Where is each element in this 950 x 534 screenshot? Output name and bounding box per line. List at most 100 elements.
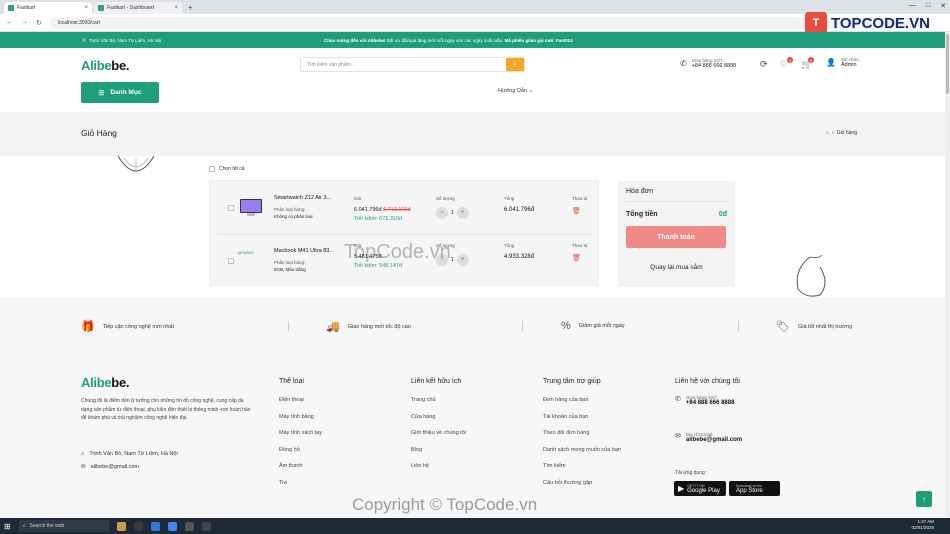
product-name[interactable]: Macbook M41 Ultra 83... <box>274 248 344 254</box>
google-play-badge[interactable]: ▶ GET IT ON Google Play <box>674 481 726 496</box>
price-tag-icon: 🏷 <box>776 321 790 333</box>
checkout-button[interactable]: Thanh toán <box>626 226 726 248</box>
truck-icon: 🚚 <box>326 321 340 333</box>
item-checkbox[interactable] <box>228 258 234 264</box>
footer-email-value[interactable]: alibebe@gmail.com <box>686 437 742 443</box>
item-checkbox[interactable] <box>228 205 234 211</box>
search-input[interactable]: Tìm kiếm sản phẩm... ⌕ <box>300 57 525 72</box>
url-text: localhost:3000/cart <box>57 19 100 26</box>
guide-label: Hướng Dẫn <box>498 88 527 94</box>
qty-value[interactable]: 1 <box>451 257 454 263</box>
footer-link[interactable]: Tài khoản của bạn <box>543 414 588 420</box>
close-window-button[interactable]: ✕ <box>940 2 946 10</box>
product-image-broken[interactable]: ▫product <box>237 250 265 272</box>
scrollbar-thumb[interactable] <box>946 34 949 94</box>
delete-icon[interactable]: 🗑 <box>572 254 581 262</box>
reload-icon[interactable]: ↻ <box>36 19 42 27</box>
select-all[interactable]: Chọn tất cả <box>209 166 245 172</box>
qty-value[interactable]: 1 <box>451 210 454 216</box>
search-icon: ⌕ <box>513 60 517 68</box>
back-icon[interactable]: ← <box>6 19 13 26</box>
checkout-label: Thanh toán <box>657 233 695 241</box>
footer-link[interactable]: Đơn hàng của bạn <box>543 397 589 403</box>
old-price: 6.713.106đ <box>383 207 411 213</box>
category-menu-button[interactable]: ☰ Danh Mục <box>81 82 159 103</box>
minimize-button[interactable]: — <box>909 2 916 10</box>
select-all-checkbox[interactable] <box>209 166 215 172</box>
product-image-alt: product <box>238 250 254 255</box>
footer-link[interactable]: Đồng hồ <box>279 447 300 453</box>
footer-link[interactable]: Câu hỏi thường gặp <box>543 480 592 486</box>
phone-icon: ✆ <box>675 396 681 403</box>
new-tab-icon[interactable]: + <box>184 3 197 14</box>
download-label: Tải ứng dụng : <box>675 470 708 476</box>
maximize-button[interactable]: □ <box>926 2 930 10</box>
increase-qty-button[interactable]: + <box>456 254 469 266</box>
close-tab-icon[interactable]: × <box>174 5 178 11</box>
cart-row: Smartwatch Z12 Air 3... Phân loại hàng: … <box>210 181 600 235</box>
footer-about: Chúng tôi là điểm đến lý tưởng cho những… <box>81 398 251 421</box>
footer-link[interactable]: Máy tính xách tay <box>279 430 322 436</box>
taskbar-clock[interactable]: 1:47 AM 02/01/2025 <box>911 519 934 531</box>
app-icon[interactable] <box>201 521 211 531</box>
product-variant: Phân loại hàng: Không có phân loại <box>274 207 313 220</box>
back-to-top-button[interactable]: ↑ <box>916 491 932 507</box>
user-menu[interactable]: 👤 Xin chào, Admin <box>826 57 860 68</box>
app-store-badge[interactable]: Download on the App Store <box>729 481 780 496</box>
increase-qty-button[interactable]: + <box>456 207 469 219</box>
windows-start-icon[interactable]: ⊞ <box>4 522 11 531</box>
footer-link[interactable]: Tìm kiếm <box>543 463 566 469</box>
home-icon[interactable]: ⌂ <box>826 130 829 136</box>
feature-divider <box>288 321 289 331</box>
footer-link[interactable]: Máy tính bảng <box>279 414 314 420</box>
continue-shopping-link[interactable]: Quay lại mua sắm <box>618 264 735 271</box>
footer-logo[interactable]: Alibebe. <box>81 375 129 390</box>
logo-main: Alibe <box>81 58 112 73</box>
footer-link[interactable]: Theo dõi đơn hàng <box>543 430 589 436</box>
product-image[interactable] <box>237 197 265 219</box>
feature-item: 🎁 Tiếp cận công nghệ mới nhất <box>81 320 174 333</box>
product-name[interactable]: Smartwatch Z12 Air 3... <box>274 195 344 201</box>
footer-link[interactable]: Cửa hàng <box>411 414 435 420</box>
total-label: Tổng <box>504 243 515 248</box>
footer-link[interactable]: Tivi <box>279 480 287 486</box>
forward-icon[interactable]: → <box>21 19 28 26</box>
search-button[interactable]: ⌕ <box>506 58 524 71</box>
site-logo[interactable]: Alibebe. <box>81 58 129 73</box>
row-total: 6.041.796đ <box>504 207 535 213</box>
location-icon: ◎ <box>82 37 86 42</box>
product-variant: Phân loại hàng: 8GB, Màu trắng <box>274 260 306 273</box>
footer-link[interactable]: Liên hệ <box>411 463 429 469</box>
browser-tab-active[interactable]: Fastkart × <box>4 2 92 14</box>
refresh-icon[interactable]: ⟳ <box>760 59 768 70</box>
browser-tab[interactable]: Fastkart - Dashboard × <box>94 2 182 14</box>
chrome-icon[interactable] <box>167 521 177 531</box>
feature-divider <box>738 321 739 331</box>
url-field[interactable]: localhost:3000/cart <box>49 16 930 29</box>
copyright-watermark: Copyright © TopCode.vn <box>352 495 538 514</box>
footer-link[interactable]: Âm thanh <box>279 463 303 469</box>
footer-link[interactable]: Danh sách mong muốn của bạn <box>543 447 621 453</box>
footer-email-text[interactable]: alibebe@gmail.com <box>91 464 139 470</box>
vscode-icon[interactable] <box>150 521 160 531</box>
app-store-text: App Store <box>736 487 763 494</box>
total-label: Tổng <box>504 196 515 201</box>
footer-link[interactable]: Blog <box>411 447 422 453</box>
close-tab-icon[interactable]: × <box>84 5 88 11</box>
footer-link[interactable]: Giới thiệu về chúng tôi <box>411 430 466 436</box>
variant-value: Không có phân loại <box>274 213 313 219</box>
header-hotline: ✆ Giao hàng 24/7 +84 888 666 8888 <box>680 58 736 69</box>
app-icon[interactable] <box>184 521 194 531</box>
decrease-qty-button[interactable]: − <box>436 207 448 219</box>
invoice-total-label: Tổng tiền <box>626 211 658 218</box>
terminal-icon[interactable] <box>133 521 143 531</box>
invoice-divider <box>626 201 727 202</box>
taskbar-search[interactable]: ⌕ Search the web <box>18 520 109 532</box>
feature-item: 🚚 Giao hàng mới tốc độ cao <box>326 320 411 333</box>
footer-link[interactable]: Điện thoại <box>279 397 304 403</box>
delete-icon[interactable]: 🗑 <box>572 207 581 215</box>
scrollbar[interactable] <box>945 32 950 518</box>
guide-dropdown[interactable]: Hướng Dẫn ⌄ <box>498 88 533 94</box>
footer-link[interactable]: Trang chủ <box>411 397 436 403</box>
file-explorer-icon[interactable] <box>116 521 126 531</box>
